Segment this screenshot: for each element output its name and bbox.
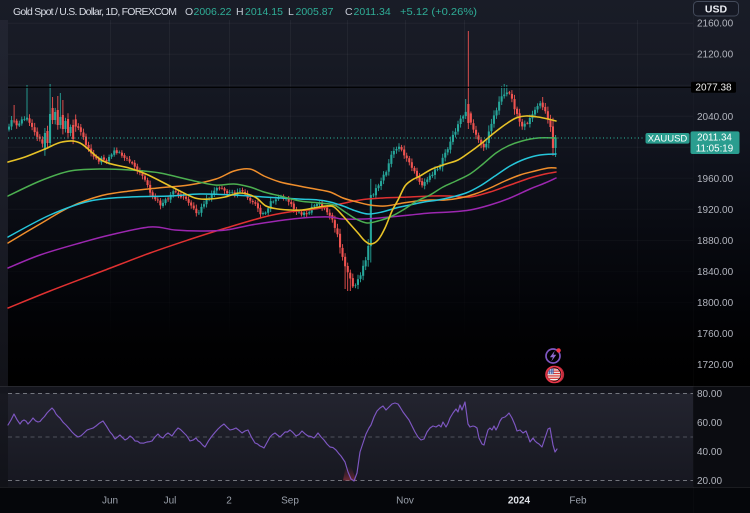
- svg-text:C: C: [345, 6, 353, 18]
- svg-text:2: 2: [226, 496, 232, 507]
- svg-text:20.00: 20.00: [697, 476, 722, 487]
- svg-text:1880.00: 1880.00: [697, 236, 734, 247]
- svg-text:2006.22: 2006.22: [194, 6, 232, 18]
- svg-text:2077.38: 2077.38: [695, 82, 732, 93]
- svg-text:Sep: Sep: [281, 496, 299, 507]
- svg-text:Jun: Jun: [102, 496, 118, 507]
- svg-text:11:05:19: 11:05:19: [696, 143, 733, 154]
- svg-text:2024: 2024: [508, 496, 531, 507]
- svg-text:2005.87: 2005.87: [296, 6, 334, 18]
- svg-text:2120.00: 2120.00: [697, 50, 734, 61]
- svg-text:2014.15: 2014.15: [245, 6, 283, 18]
- svg-text:2160.00: 2160.00: [697, 19, 734, 30]
- svg-text:+5.12 (+0.26%): +5.12 (+0.26%): [400, 6, 477, 18]
- svg-text:Nov: Nov: [396, 496, 414, 507]
- svg-text:1800.00: 1800.00: [697, 298, 734, 309]
- svg-text:USD: USD: [705, 4, 728, 16]
- svg-text:80.00: 80.00: [697, 389, 722, 400]
- svg-text:Gold Spot / U.S. Dollar, 1D, F: Gold Spot / U.S. Dollar, 1D, FOREXCOM: [13, 6, 177, 18]
- svg-text:Feb: Feb: [569, 496, 587, 507]
- svg-text:O: O: [185, 6, 193, 18]
- svg-text:40.00: 40.00: [697, 447, 722, 458]
- svg-text:2011.34: 2011.34: [354, 6, 391, 18]
- svg-text:60.00: 60.00: [697, 418, 722, 429]
- svg-text:1840.00: 1840.00: [697, 267, 734, 278]
- svg-text:XAUUSD: XAUUSD: [648, 133, 688, 144]
- svg-text:Jul: Jul: [164, 496, 177, 507]
- svg-text:L: L: [288, 6, 294, 18]
- svg-text:1960.00: 1960.00: [697, 174, 734, 185]
- svg-text:1760.00: 1760.00: [697, 329, 734, 340]
- svg-text:2040.00: 2040.00: [697, 112, 734, 123]
- svg-text:1920.00: 1920.00: [697, 205, 734, 216]
- svg-text:2011.34: 2011.34: [697, 133, 732, 144]
- svg-text:H: H: [236, 6, 244, 18]
- svg-text:1720.00: 1720.00: [697, 360, 734, 371]
